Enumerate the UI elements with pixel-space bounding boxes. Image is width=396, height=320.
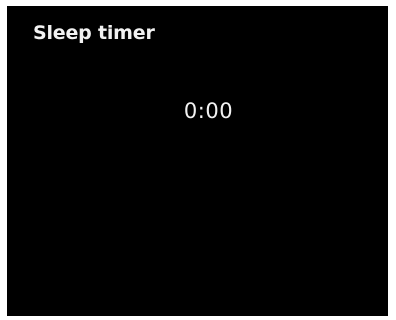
sleep-timer-screen: Sleep timer 0:00 [7, 6, 388, 316]
sleep-timer-value[interactable]: 0:00 [7, 99, 388, 123]
page-title: Sleep timer [33, 22, 155, 44]
